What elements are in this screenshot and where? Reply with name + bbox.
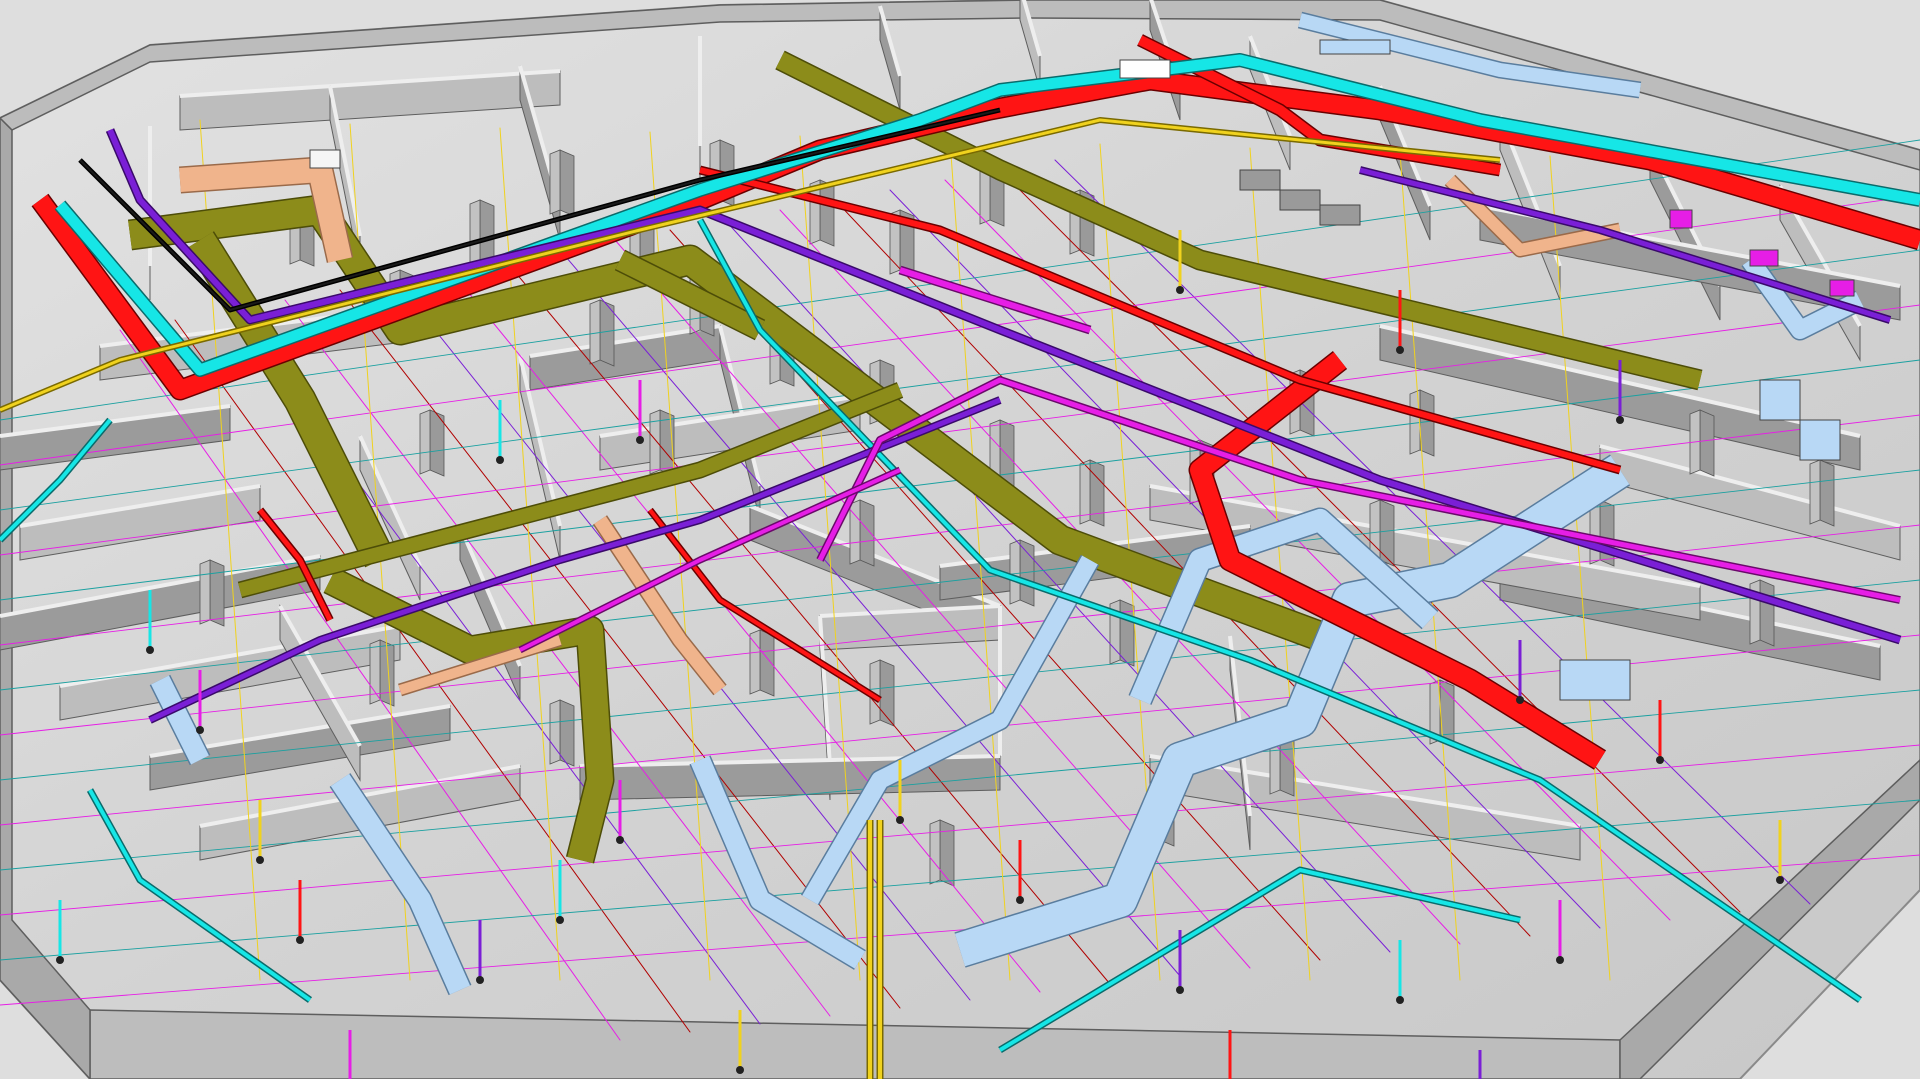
column <box>649 409 661 475</box>
drop-end <box>1396 996 1404 1004</box>
column <box>599 299 615 367</box>
equipment-box <box>1799 419 1841 461</box>
equipment-box <box>1829 279 1855 297</box>
drop-end <box>476 976 484 984</box>
column <box>1759 579 1775 647</box>
column <box>929 819 941 885</box>
equipment-box <box>1119 59 1171 79</box>
column <box>1119 599 1135 667</box>
column <box>589 299 601 365</box>
column <box>1409 389 1421 455</box>
drop-end <box>896 816 904 824</box>
column <box>1419 389 1435 457</box>
equipment-box <box>1319 204 1361 226</box>
column <box>1379 499 1395 567</box>
equipment-box <box>309 149 341 169</box>
column <box>469 199 481 265</box>
column <box>1009 539 1021 605</box>
drop-end <box>556 916 564 924</box>
column <box>479 199 495 267</box>
drop-end <box>196 726 204 734</box>
drop-end <box>1656 756 1664 764</box>
drop-end <box>496 456 504 464</box>
drop-end <box>1516 696 1524 704</box>
drop-end <box>736 1066 744 1074</box>
drop-end <box>1616 416 1624 424</box>
column <box>849 499 861 565</box>
mep-3d-model[interactable] <box>0 0 1920 1079</box>
drop-end <box>1176 986 1184 994</box>
column <box>1819 459 1835 527</box>
equipment-box <box>1759 379 1801 421</box>
equipment-box <box>1239 169 1281 191</box>
equipment-box <box>1669 209 1693 229</box>
column <box>419 409 431 475</box>
drop-end <box>616 836 624 844</box>
drop-end <box>1776 876 1784 884</box>
column <box>879 659 895 727</box>
equipment-box <box>1279 189 1321 211</box>
drop-end <box>636 436 644 444</box>
column <box>1809 459 1821 525</box>
column <box>859 499 875 567</box>
bim-mep-viewport[interactable] <box>0 0 1920 1079</box>
drop-end <box>256 856 264 864</box>
column <box>549 699 561 765</box>
column <box>939 819 955 887</box>
equipment-box <box>1319 39 1391 55</box>
equipment-box <box>1749 249 1779 267</box>
drop-end <box>296 936 304 944</box>
column <box>759 629 775 697</box>
column <box>559 699 575 767</box>
column <box>1599 499 1615 567</box>
drop-end <box>1556 956 1564 964</box>
drop-end <box>1016 896 1024 904</box>
drop-end <box>1176 286 1184 294</box>
column <box>209 559 225 627</box>
equipment-box <box>1559 659 1631 701</box>
drop-end <box>56 956 64 964</box>
column <box>559 149 575 217</box>
drop-end <box>146 646 154 654</box>
column <box>1699 409 1715 477</box>
column <box>819 179 835 247</box>
column <box>199 559 211 625</box>
column <box>1089 459 1105 527</box>
column <box>549 149 561 215</box>
column <box>999 419 1015 487</box>
drop-end <box>1396 346 1404 354</box>
